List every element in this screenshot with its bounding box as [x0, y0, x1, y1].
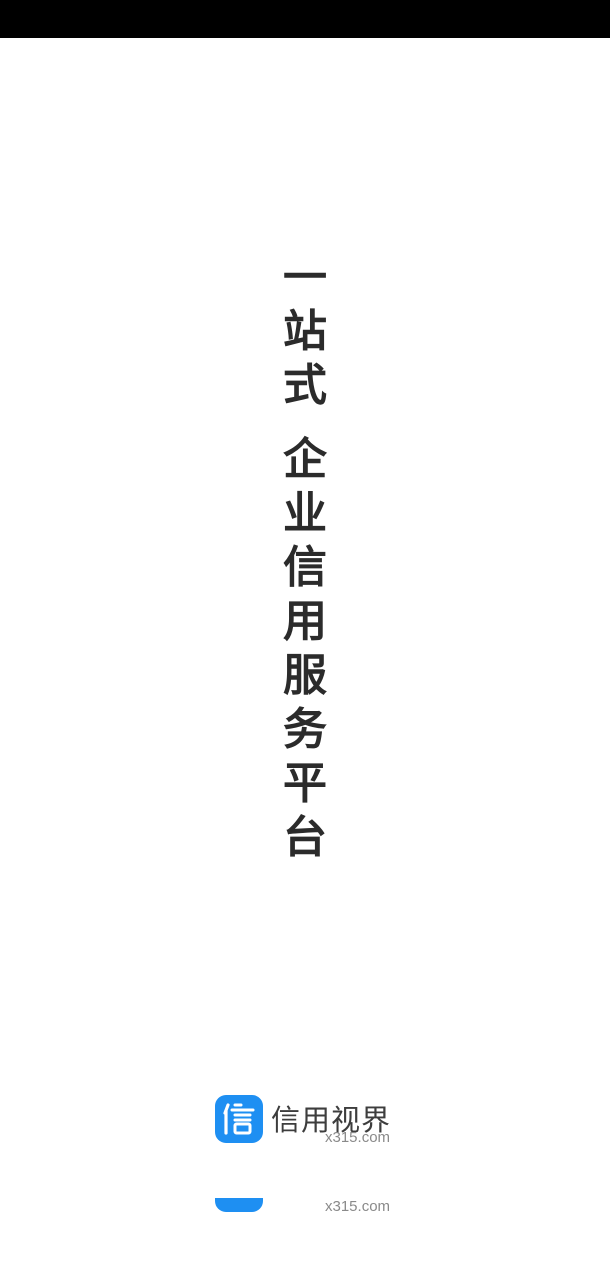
slogan-char: 企 [283, 434, 327, 485]
slogan-char: 务 [283, 704, 327, 755]
slogan-char: 站 [283, 306, 327, 357]
slogan-char: 业 [283, 488, 327, 539]
slogan-char: 平 [283, 758, 327, 809]
xin-character-logo-icon [215, 1198, 263, 1212]
duplicate-brand-domain: x315.com [325, 1198, 391, 1215]
status-bar [0, 0, 610, 38]
brand-domain: x315.com [325, 1129, 391, 1146]
brand-lockup: 信用视界 x315.com [215, 1095, 405, 1147]
slogan-char: 用 [283, 596, 327, 647]
slogan-char: 一 [283, 252, 327, 303]
duplicate-logo-fragment [215, 1198, 263, 1212]
slogan-char: 式 [283, 360, 327, 411]
slogan-char: 信 [283, 542, 327, 593]
slogan-line-1: 一 站 式 [283, 256, 327, 418]
slogan-char: 服 [283, 650, 327, 701]
xin-character-logo-icon [215, 1095, 263, 1143]
logo-glyph [223, 1103, 255, 1135]
splash-screen: 一 站 式 企 业 信 用 服 务 平 台 信用视界 x315.com x315… [0, 0, 610, 1280]
slogan-char: 台 [283, 812, 327, 863]
slogan-line-2: 企 业 信 用 服 务 平 台 [283, 438, 327, 870]
vertical-slogan: 一 站 式 企 业 信 用 服 务 平 台 [278, 256, 332, 870]
